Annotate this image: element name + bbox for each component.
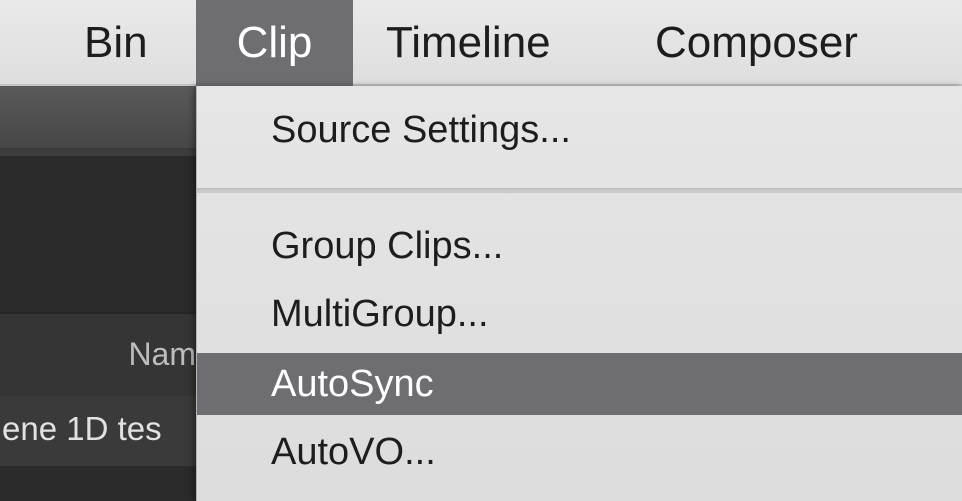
bin-row-name: ene 1D tes [2,410,162,447]
bin-empty-area [0,466,200,501]
name-column-label: Nam [128,336,196,372]
bin-column-header[interactable]: Nam [0,312,200,396]
menu-item-source-settings[interactable]: Source Settings... [197,100,962,160]
menu-edit[interactable]: t [0,0,28,86]
bin-row[interactable]: ene 1D tes [0,396,200,466]
menu-clip[interactable]: Clip [196,0,353,86]
bin-toolbar [0,86,200,150]
menu-item-autovo[interactable]: AutoVO... [197,422,962,482]
menu-separator [197,188,962,193]
menu-item-autosync[interactable]: AutoSync [197,353,962,415]
bin-toolbar-divider [0,150,200,156]
menu-item-group-clips[interactable]: Group Clips... [197,216,962,276]
bin-panel: Nam ene 1D tes [0,86,200,501]
menu-bin[interactable]: Bin [84,0,184,86]
menu-bar: t Bin Clip Timeline Composer [0,0,962,86]
menu-timeline[interactable]: Timeline [386,0,606,86]
menu-composer[interactable]: Composer [655,0,915,86]
clip-menu-dropdown: Source Settings... Group Clips... MultiG… [196,86,962,501]
menu-item-multigroup[interactable]: MultiGroup... [197,284,962,344]
